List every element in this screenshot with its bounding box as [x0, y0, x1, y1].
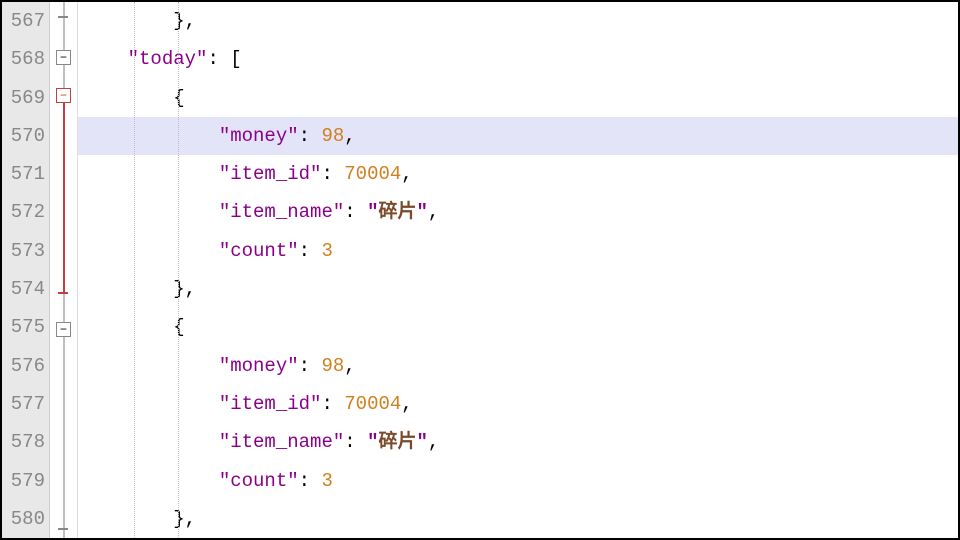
code-line[interactable]: "count": 3	[78, 232, 958, 270]
line-number: 573	[2, 232, 49, 270]
code-line[interactable]: "item_name": "碎片",	[78, 193, 958, 231]
line-number: 580	[2, 500, 49, 538]
line-number: 578	[2, 423, 49, 461]
code-line-current[interactable]: "money": 98,	[78, 117, 958, 155]
line-number: 579	[2, 462, 49, 500]
code-line[interactable]: "item_name": "碎片",	[78, 423, 958, 461]
line-number: 574	[2, 270, 49, 308]
code-line[interactable]: "today": [	[78, 40, 958, 78]
line-number: 577	[2, 385, 49, 423]
line-number: 571	[2, 155, 49, 193]
code-editor[interactable]: 567 568 569 570 571 572 573 574 575 576 …	[2, 2, 958, 538]
code-area[interactable]: }, "today": [ { "money": 98, "item_id": …	[78, 2, 958, 538]
fold-toggle-icon[interactable]: −	[56, 322, 71, 337]
line-number: 572	[2, 193, 49, 231]
fold-toggle-icon[interactable]: −	[56, 88, 71, 103]
fold-toggle-icon[interactable]: −	[56, 50, 71, 65]
code-line[interactable]: "item_id": 70004,	[78, 155, 958, 193]
code-line[interactable]: "money": 98,	[78, 347, 958, 385]
line-number: 567	[2, 2, 49, 40]
code-line[interactable]: {	[78, 79, 958, 117]
code-line[interactable]: {	[78, 308, 958, 346]
line-number-gutter: 567 568 569 570 571 572 573 574 575 576 …	[2, 2, 50, 538]
code-line[interactable]: "count": 3	[78, 462, 958, 500]
code-line[interactable]: "item_id": 70004,	[78, 385, 958, 423]
line-number: 575	[2, 308, 49, 346]
line-number: 570	[2, 117, 49, 155]
code-line[interactable]: },	[78, 270, 958, 308]
line-number: 576	[2, 347, 49, 385]
line-number: 568	[2, 40, 49, 78]
fold-gutter: − − −	[50, 2, 78, 538]
line-number: 569	[2, 79, 49, 117]
code-line[interactable]: },	[78, 2, 958, 40]
code-line[interactable]: },	[78, 500, 958, 538]
